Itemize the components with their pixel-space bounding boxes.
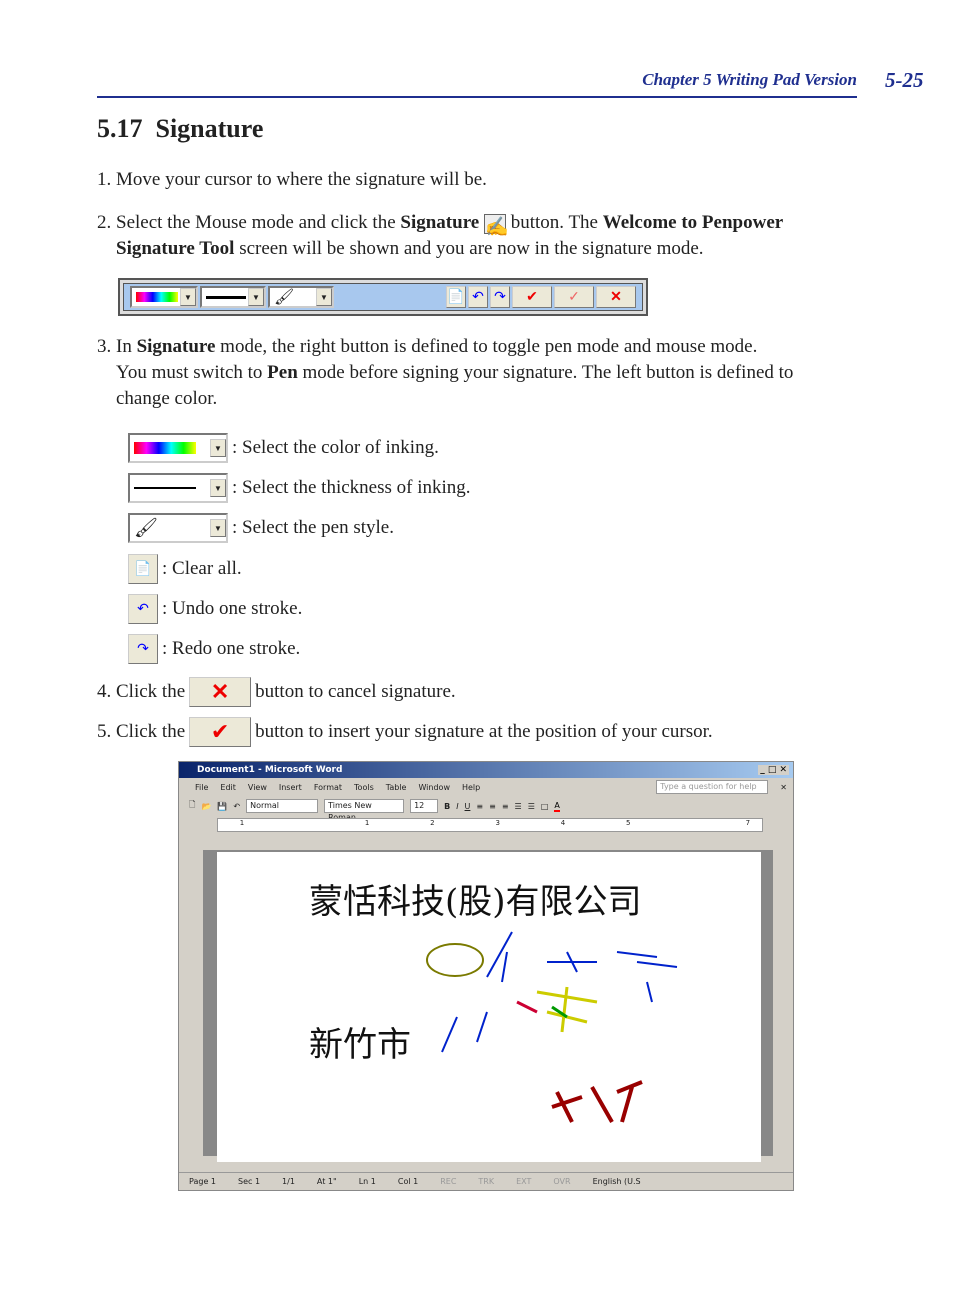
menu-table[interactable]: Table <box>386 783 407 792</box>
style-select[interactable]: Normal <box>246 799 319 813</box>
open-icon[interactable]: 📂 <box>201 802 211 811</box>
redo-icon: ↷ <box>128 634 158 664</box>
help-search-input[interactable]: Type a question for help <box>656 780 769 794</box>
align-left-button[interactable]: ≡ <box>476 802 483 811</box>
insert-signature-button[interactable]: ✔ <box>512 286 552 308</box>
thickness-select[interactable]: ▼ <box>200 286 266 308</box>
align-right-button[interactable]: ≡ <box>502 802 509 811</box>
menu-tools[interactable]: Tools <box>354 783 374 792</box>
menu-help[interactable]: Help <box>462 783 480 792</box>
step-2: 2. Select the Mouse mode and click the S… <box>97 212 784 259</box>
signature-icon: ✍ <box>483 213 509 238</box>
menu-insert[interactable]: Insert <box>279 783 302 792</box>
menu-view[interactable]: View <box>248 783 267 792</box>
legend-color: ▼: Select the color of inking. <box>128 433 439 463</box>
step-1: 1. Move your cursor to where the signatu… <box>97 169 487 190</box>
undo-icon: ↶ <box>128 594 158 624</box>
page-number: 5-25 <box>885 68 924 92</box>
color-select-icon: ▼ <box>128 433 228 463</box>
undo-icon[interactable]: ↶ <box>233 802 240 811</box>
chapter-header: Chapter 5 Writing Pad Version <box>642 70 857 89</box>
thickness-select-icon: ▼ <box>128 473 228 503</box>
header-rule <box>97 96 857 98</box>
pen-style-select[interactable]: 🖌 ▼ <box>268 286 334 308</box>
clear-all-button[interactable]: 📄 <box>446 286 466 308</box>
legend-clear: 📄: Clear all. <box>128 554 242 584</box>
redo-button[interactable]: ↷ <box>490 286 510 308</box>
company-text: 蒙恬科技(股)有限公司 <box>309 882 642 922</box>
menu-format[interactable]: Format <box>314 783 342 792</box>
ruler: 1123457 <box>217 818 763 832</box>
document-page: 蒙恬科技(股)有限公司 新竹市 <box>217 852 761 1162</box>
menu-window[interactable]: Window <box>418 783 450 792</box>
color-select[interactable]: ▼ <box>130 286 198 308</box>
align-center-button[interactable]: ≡ <box>489 802 496 811</box>
word-titlebar: Document1 - Microsoft Word _ □ ✕ <box>179 762 793 778</box>
border-icon[interactable]: □ <box>541 802 549 811</box>
undo-button[interactable]: ↶ <box>468 286 488 308</box>
section-title: 5.17 Signature <box>97 114 264 143</box>
menu-edit[interactable]: Edit <box>220 783 236 792</box>
bold-button[interactable]: B <box>444 802 450 811</box>
step-4: 4. Click the ✕ button to cancel signature… <box>97 677 456 707</box>
cancel-icon: ✕ <box>189 677 252 707</box>
underline-button[interactable]: U <box>465 802 471 811</box>
handwritten-signature <box>426 931 678 1123</box>
legend-pen-style: 🖌 ▼: Select the pen style. <box>128 513 394 543</box>
clear-all-icon: 📄 <box>128 554 158 584</box>
italic-button[interactable]: I <box>456 802 458 811</box>
size-select[interactable]: 12 <box>410 799 439 813</box>
font-color-icon[interactable]: A <box>554 801 560 812</box>
pen-style-icon: 🖌 ▼ <box>128 513 228 543</box>
document-area[interactable]: 蒙恬科技(股)有限公司 新竹市 <box>203 850 773 1162</box>
new-icon[interactable]: 🗋 <box>189 799 195 813</box>
status-bar: Page 1 Sec 1 1/1 At 1" Ln 1 Col 1 REC TRK EXT OV… <box>179 1172 793 1190</box>
check-icon: ✔ <box>189 717 252 747</box>
signature-toolbar: ▼ ▼ 🖌 ▼ 📄 ↶ ↷ ✔ ✓ ✕ <box>118 278 648 316</box>
bullets-icon[interactable]: ☰ <box>528 802 535 811</box>
word-menubar: File Edit View Insert Format Tools Table Window… <box>179 778 793 796</box>
font-select[interactable]: Times New Roman <box>324 799 405 822</box>
save-icon[interactable]: 💾 <box>217 802 227 811</box>
numbering-icon[interactable]: ☰ <box>515 802 522 811</box>
legend-thickness: ▼: Select the thickness of inking. <box>128 473 471 503</box>
menu-file[interactable]: File <box>195 783 208 792</box>
step-5: 5. Click the ✔ button to insert your sign… <box>97 717 713 747</box>
step-3: 3. In Signature mode, the right button i… <box>97 336 794 409</box>
city-text: 新竹市 <box>309 1025 411 1065</box>
legend-undo: ↶: Undo one stroke. <box>128 594 302 624</box>
legend-redo: ↷: Redo one stroke. <box>128 634 300 664</box>
insert-check-button[interactable]: ✓ <box>554 286 594 308</box>
word-toolbar: 🗋 📂 💾 ↶ Normal Times New Roman 12 BIU ≡ ≡ ≡ ☰… <box>179 796 793 822</box>
cancel-button[interactable]: ✕ <box>596 286 636 308</box>
word-screenshot: Document1 - Microsoft Word _ □ ✕ File Edit… <box>178 761 794 1191</box>
